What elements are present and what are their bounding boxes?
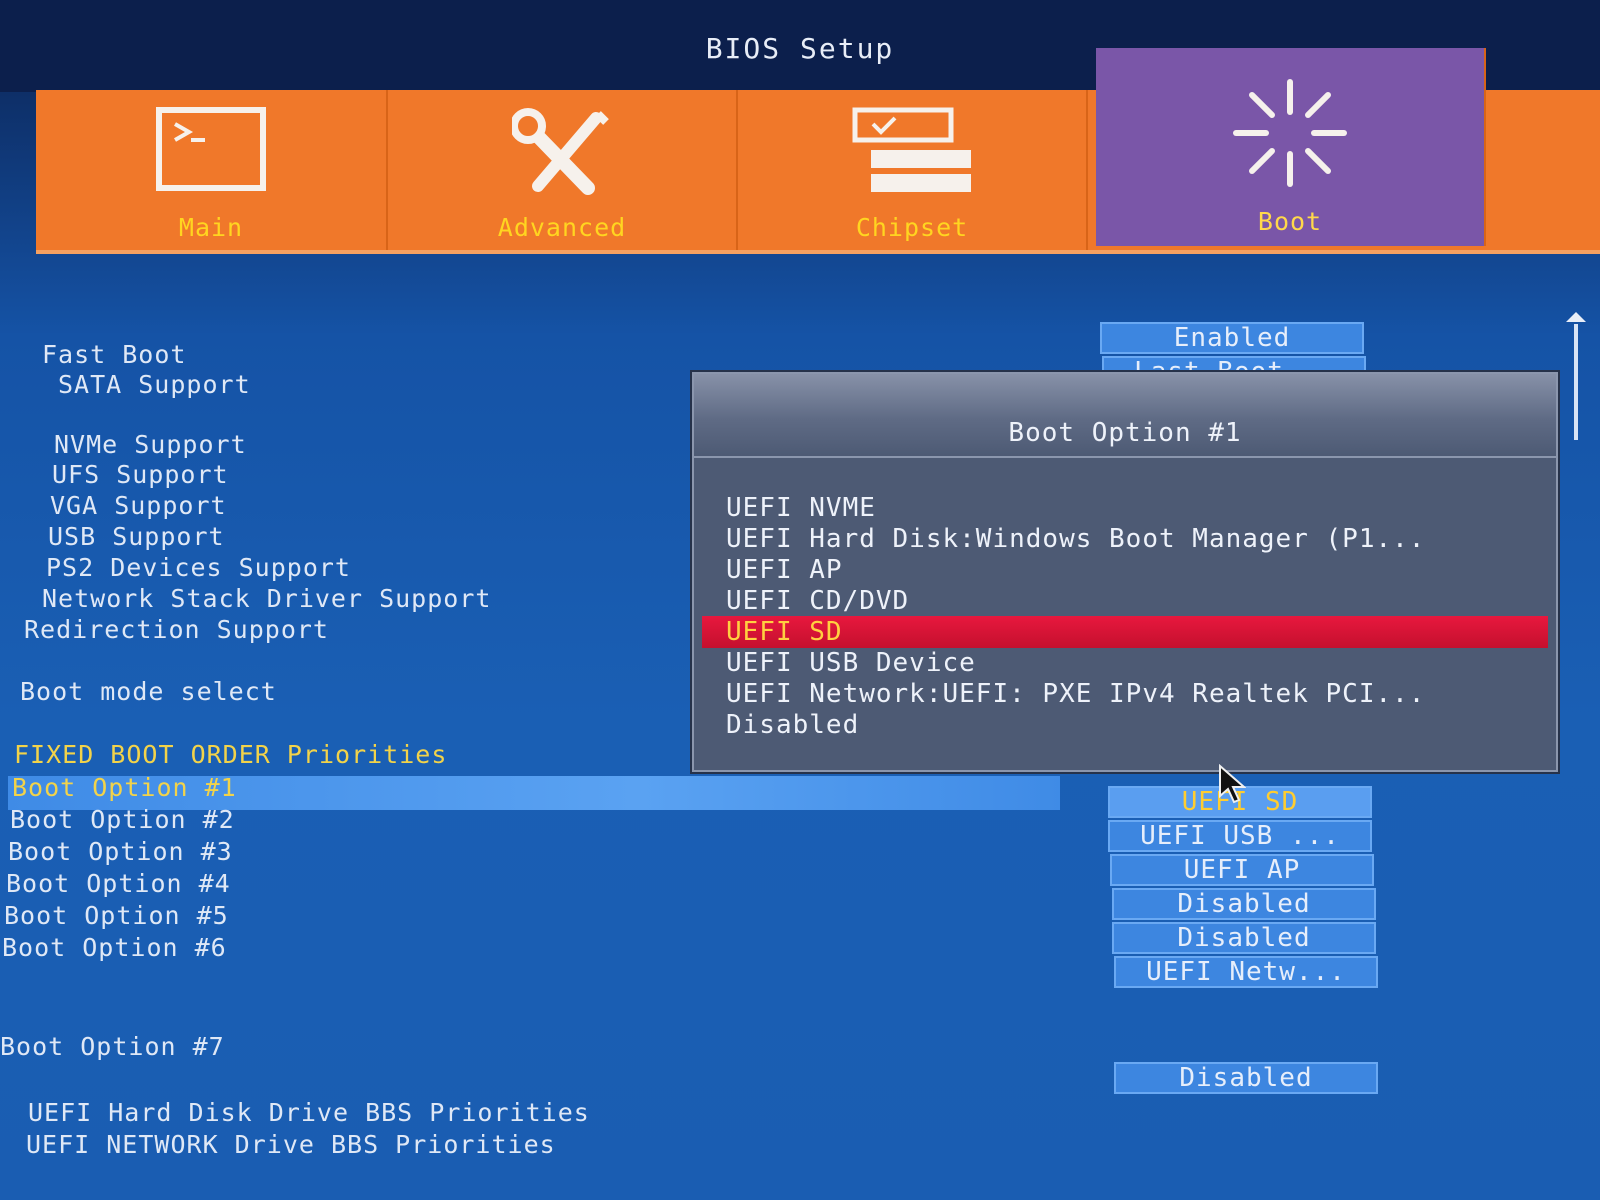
setting-fast-boot[interactable]: Fast Boot <box>42 340 186 369</box>
popup-title: Boot Option #1 <box>1008 418 1242 448</box>
setting-ps2-support[interactable]: PS2 Devices Support <box>46 553 351 582</box>
setting-ufs-support[interactable]: UFS Support <box>52 460 229 489</box>
tab-label-advanced: Advanced <box>497 213 627 242</box>
setting-boot-mode[interactable]: Boot mode select <box>20 677 277 706</box>
scroll-track[interactable] <box>1574 324 1578 440</box>
setting-sata-support[interactable]: SATA Support <box>58 370 251 399</box>
boot-option-4[interactable]: Boot Option #4 <box>6 869 231 898</box>
boot-option-2[interactable]: Boot Option #2 <box>10 805 235 834</box>
setting-network-stack[interactable]: Network Stack Driver Support <box>42 584 491 613</box>
value-boot-option-4[interactable]: Disabled <box>1112 888 1376 920</box>
popup-option-uefi-network[interactable]: UEFI Network:UEFI: PXE IPv4 Realtek PCI.… <box>726 678 1425 710</box>
value-boot-option-3[interactable]: UEFI AP <box>1110 854 1374 886</box>
tab-chipset[interactable]: Chipset <box>738 90 1088 250</box>
setting-usb-support[interactable]: USB Support <box>48 522 225 551</box>
scrollbar[interactable] <box>1566 312 1586 442</box>
tab-main[interactable]: Main <box>36 90 388 250</box>
value-fast-boot[interactable]: Enabled <box>1100 322 1364 354</box>
section-header-fixed-boot-order: FIXED BOOT ORDER Priorities <box>14 740 448 769</box>
power-burst-icon <box>1230 78 1350 192</box>
popup-option-disabled[interactable]: Disabled <box>726 709 859 741</box>
popup-header: Boot Option #1 <box>694 374 1556 458</box>
terminal-icon <box>155 106 267 196</box>
value-boot-option-2[interactable]: UEFI USB ... <box>1108 820 1372 852</box>
popup-option-uefi-cd-dvd[interactable]: UEFI CD/DVD <box>726 585 909 617</box>
boot-option-1[interactable]: Boot Option #1 <box>12 773 237 802</box>
boot-option-3[interactable]: Boot Option #3 <box>8 837 233 866</box>
value-boot-option-6[interactable]: UEFI Netw... <box>1114 956 1378 988</box>
boot-option-popup: Boot Option #1 UEFI NVME UEFI Hard Disk:… <box>692 372 1558 772</box>
tab-bar: Main Advanced Chipset Boot <box>36 48 1600 254</box>
popup-option-uefi-nvme[interactable]: UEFI NVME <box>726 492 876 524</box>
tab-advanced[interactable]: Advanced <box>388 90 738 250</box>
boot-option-5[interactable]: Boot Option #5 <box>4 901 229 930</box>
value-boot-option-7[interactable]: Disabled <box>1114 1062 1378 1094</box>
boot-option-6[interactable]: Boot Option #6 <box>2 933 227 962</box>
mouse-pointer-icon <box>1218 763 1247 808</box>
tab-label-boot: Boot <box>1257 207 1323 236</box>
setting-network-bbs-priorities[interactable]: UEFI NETWORK Drive BBS Priorities <box>26 1130 556 1159</box>
boot-option-7[interactable]: Boot Option #7 <box>0 1032 225 1061</box>
tab-boot[interactable]: Boot <box>1096 48 1486 246</box>
value-boot-option-5[interactable]: Disabled <box>1112 922 1376 954</box>
popup-option-uefi-ap[interactable]: UEFI AP <box>726 554 843 586</box>
popup-option-uefi-sd[interactable]: UEFI SD <box>702 616 1548 648</box>
tab-label-chipset: Chipset <box>855 213 969 242</box>
chipset-checklist-icon <box>849 106 975 202</box>
setting-hdd-bbs-priorities[interactable]: UEFI Hard Disk Drive BBS Priorities <box>28 1098 590 1127</box>
scroll-up-arrow-icon[interactable] <box>1566 312 1586 322</box>
popup-option-uefi-hard-disk[interactable]: UEFI Hard Disk:Windows Boot Manager (P1.… <box>726 523 1425 555</box>
tab-label-main: Main <box>178 213 244 242</box>
popup-option-uefi-usb-device[interactable]: UEFI USB Device <box>726 647 976 679</box>
wrench-screwdriver-icon <box>510 106 612 206</box>
setting-vga-support[interactable]: VGA Support <box>50 491 227 520</box>
setting-redirection[interactable]: Redirection Support <box>24 615 329 644</box>
setting-nvme-support[interactable]: NVMe Support <box>54 430 247 459</box>
bios-screen: BIOS Setup Main Advanced Chipset Boot Fa… <box>0 0 1600 1200</box>
